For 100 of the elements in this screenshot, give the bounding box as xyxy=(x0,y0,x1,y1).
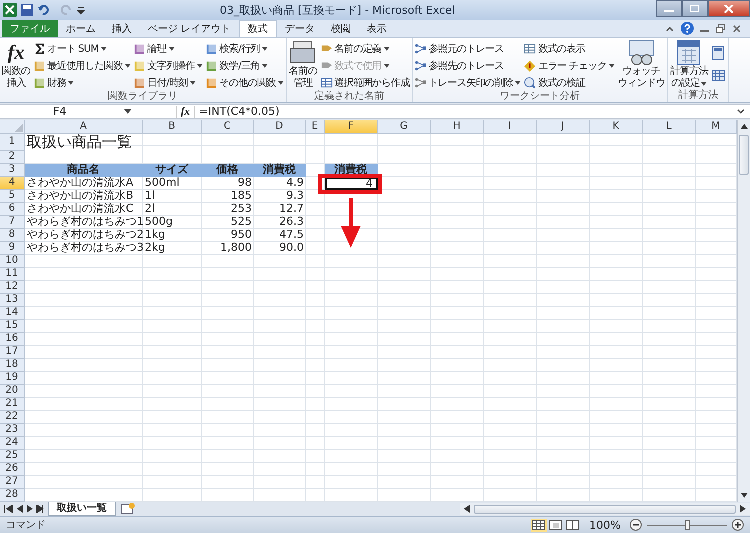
column-header[interactable]: C xyxy=(202,120,254,134)
insert-function-button[interactable]: fx xyxy=(176,106,196,118)
row-header[interactable]: 26 xyxy=(0,463,25,476)
column-header[interactable]: I xyxy=(484,120,537,134)
column-header[interactable]: H xyxy=(431,120,484,134)
sheet-tab[interactable]: 取扱い一覧 xyxy=(48,502,116,516)
normal-view-icon[interactable] xyxy=(530,518,547,532)
ribbon-button[interactable]: エラー チェック xyxy=(523,57,616,74)
column-header[interactable]: E xyxy=(306,120,325,134)
scrollbar-thumb[interactable] xyxy=(474,504,736,514)
save-icon[interactable] xyxy=(21,4,33,16)
scrollbar-thumb[interactable] xyxy=(739,135,749,175)
ribbon-button[interactable]: オート SUM xyxy=(32,40,132,57)
column-header[interactable]: J xyxy=(537,120,590,134)
spreadsheet-logo-icon[interactable] xyxy=(3,3,17,17)
ribbon-button[interactable]: 名前の定義 xyxy=(320,40,411,57)
row-header[interactable]: 25 xyxy=(0,450,25,463)
ribbon-tab[interactable]: データ xyxy=(277,20,324,37)
row-header[interactable]: 20 xyxy=(0,385,25,398)
close-icon[interactable] xyxy=(732,24,742,34)
ribbon-button[interactable]: 検索/行列 xyxy=(204,40,286,57)
row-header[interactable]: 12 xyxy=(0,281,25,294)
scroll-up-icon[interactable] xyxy=(740,124,748,129)
ribbon-button[interactable]: 参照元のトレース xyxy=(414,40,522,57)
ribbon-button[interactable]: 文字列操作 xyxy=(132,57,204,74)
row-header[interactable]: 19 xyxy=(0,372,25,385)
ribbon-button[interactable]: 日付/時刻 xyxy=(132,74,204,91)
row-header[interactable]: 16 xyxy=(0,333,25,346)
vertical-scrollbar[interactable] xyxy=(737,120,750,502)
column-header[interactable]: F xyxy=(325,120,378,134)
ribbon-tab[interactable]: 数式 xyxy=(239,20,278,37)
ribbon-tab[interactable]: 挿入 xyxy=(104,20,140,37)
column-header[interactable]: D xyxy=(254,120,306,134)
ribbon-large-button[interactable]: 名前の 管理 xyxy=(288,40,319,91)
row-header[interactable]: 18 xyxy=(0,359,25,372)
ribbon-button[interactable]: トレース矢印の削除 xyxy=(414,74,522,91)
row-header[interactable]: 17 xyxy=(0,346,25,359)
dropdown-caret-icon[interactable] xyxy=(124,108,132,114)
ribbon-tab[interactable]: ホーム xyxy=(58,20,104,37)
row-header[interactable]: 24 xyxy=(0,437,25,450)
row-header[interactable]: 28 xyxy=(0,489,25,502)
column-header[interactable]: L xyxy=(643,120,696,134)
column-header[interactable]: K xyxy=(590,120,643,134)
minimize-button[interactable] xyxy=(656,0,682,17)
column-header[interactable]: A xyxy=(25,120,143,134)
name-box[interactable]: F4 xyxy=(0,105,120,118)
ribbon-button[interactable]: 選択範囲から作成 xyxy=(320,74,411,91)
scroll-right-icon[interactable] xyxy=(740,505,746,513)
ribbon-button[interactable]: 参照先のトレース xyxy=(414,57,522,74)
zoom-slider[interactable] xyxy=(685,520,690,530)
row-header[interactable]: 21 xyxy=(0,398,25,411)
row-header[interactable]: 27 xyxy=(0,476,25,489)
row-header[interactable]: 6 xyxy=(0,203,25,216)
page-break-icon[interactable] xyxy=(564,518,581,532)
row-header[interactable]: 13 xyxy=(0,294,25,307)
column-header[interactable]: M xyxy=(696,120,737,134)
ribbon-button[interactable]: 数式の検証 xyxy=(523,74,616,91)
restore-icon[interactable] xyxy=(716,24,726,34)
table-icon[interactable] xyxy=(712,70,726,81)
scroll-down-icon[interactable] xyxy=(740,493,748,498)
zoom-in-icon[interactable] xyxy=(732,519,744,531)
row-header[interactable]: 7 xyxy=(0,216,25,229)
row-header[interactable]: 8 xyxy=(0,229,25,242)
formula-field[interactable]: =INT(C4*0.05) xyxy=(199,105,732,118)
page-layout-icon[interactable] xyxy=(548,518,564,532)
row-header[interactable]: 23 xyxy=(0,424,25,437)
column-header[interactable]: B xyxy=(143,120,202,134)
row-header[interactable]: 11 xyxy=(0,268,25,281)
column-header[interactable]: G xyxy=(378,120,431,134)
row-header[interactable]: 15 xyxy=(0,320,25,333)
scroll-left-icon[interactable] xyxy=(464,505,470,513)
row-header[interactable]: 3 xyxy=(0,164,25,177)
ribbon-button[interactable]: 財務 xyxy=(32,74,132,91)
calculator-icon[interactable] xyxy=(712,46,724,60)
row-header[interactable]: 4 xyxy=(0,177,25,190)
ribbon-tab[interactable]: 表示 xyxy=(359,20,396,37)
row-header[interactable]: 1 xyxy=(0,134,25,151)
help-icon[interactable] xyxy=(681,22,694,35)
row-header[interactable]: 9 xyxy=(0,242,25,255)
zoom-out-icon[interactable] xyxy=(630,519,642,531)
ribbon-button[interactable]: 数式の表示 xyxy=(523,40,616,57)
ribbon-tab[interactable]: ファイル xyxy=(2,20,58,37)
row-header[interactable]: 10 xyxy=(0,255,25,268)
ribbon-button[interactable]: 数学/三角 xyxy=(204,57,286,74)
maximize-button[interactable] xyxy=(682,0,708,17)
horizontal-scrollbar[interactable] xyxy=(460,503,750,515)
row-header[interactable]: 22 xyxy=(0,411,25,424)
ribbon-button[interactable]: その他の関数 xyxy=(204,74,286,91)
row-header[interactable]: 14 xyxy=(0,307,25,320)
ribbon-tab[interactable]: 校閲 xyxy=(323,20,360,37)
insert-sheet-icon[interactable] xyxy=(120,503,136,515)
row-header[interactable]: 2 xyxy=(0,151,25,164)
ribbon-button[interactable]: 最近使用した関数 xyxy=(32,57,132,74)
sheet-navigation-icon[interactable] xyxy=(4,505,44,513)
ribbon-large-button[interactable]: ウォッチ ウィンドウ xyxy=(616,40,666,91)
ribbon-large-button[interactable]: fx 関数の 挿入 xyxy=(1,40,32,91)
row-header[interactable]: 5 xyxy=(0,190,25,203)
ribbon-tab[interactable]: ページ レイアウト xyxy=(140,20,240,37)
zoom-level[interactable]: 100% xyxy=(590,518,621,532)
ribbon-large-button[interactable]: 計算方法 の設定 xyxy=(669,40,710,90)
